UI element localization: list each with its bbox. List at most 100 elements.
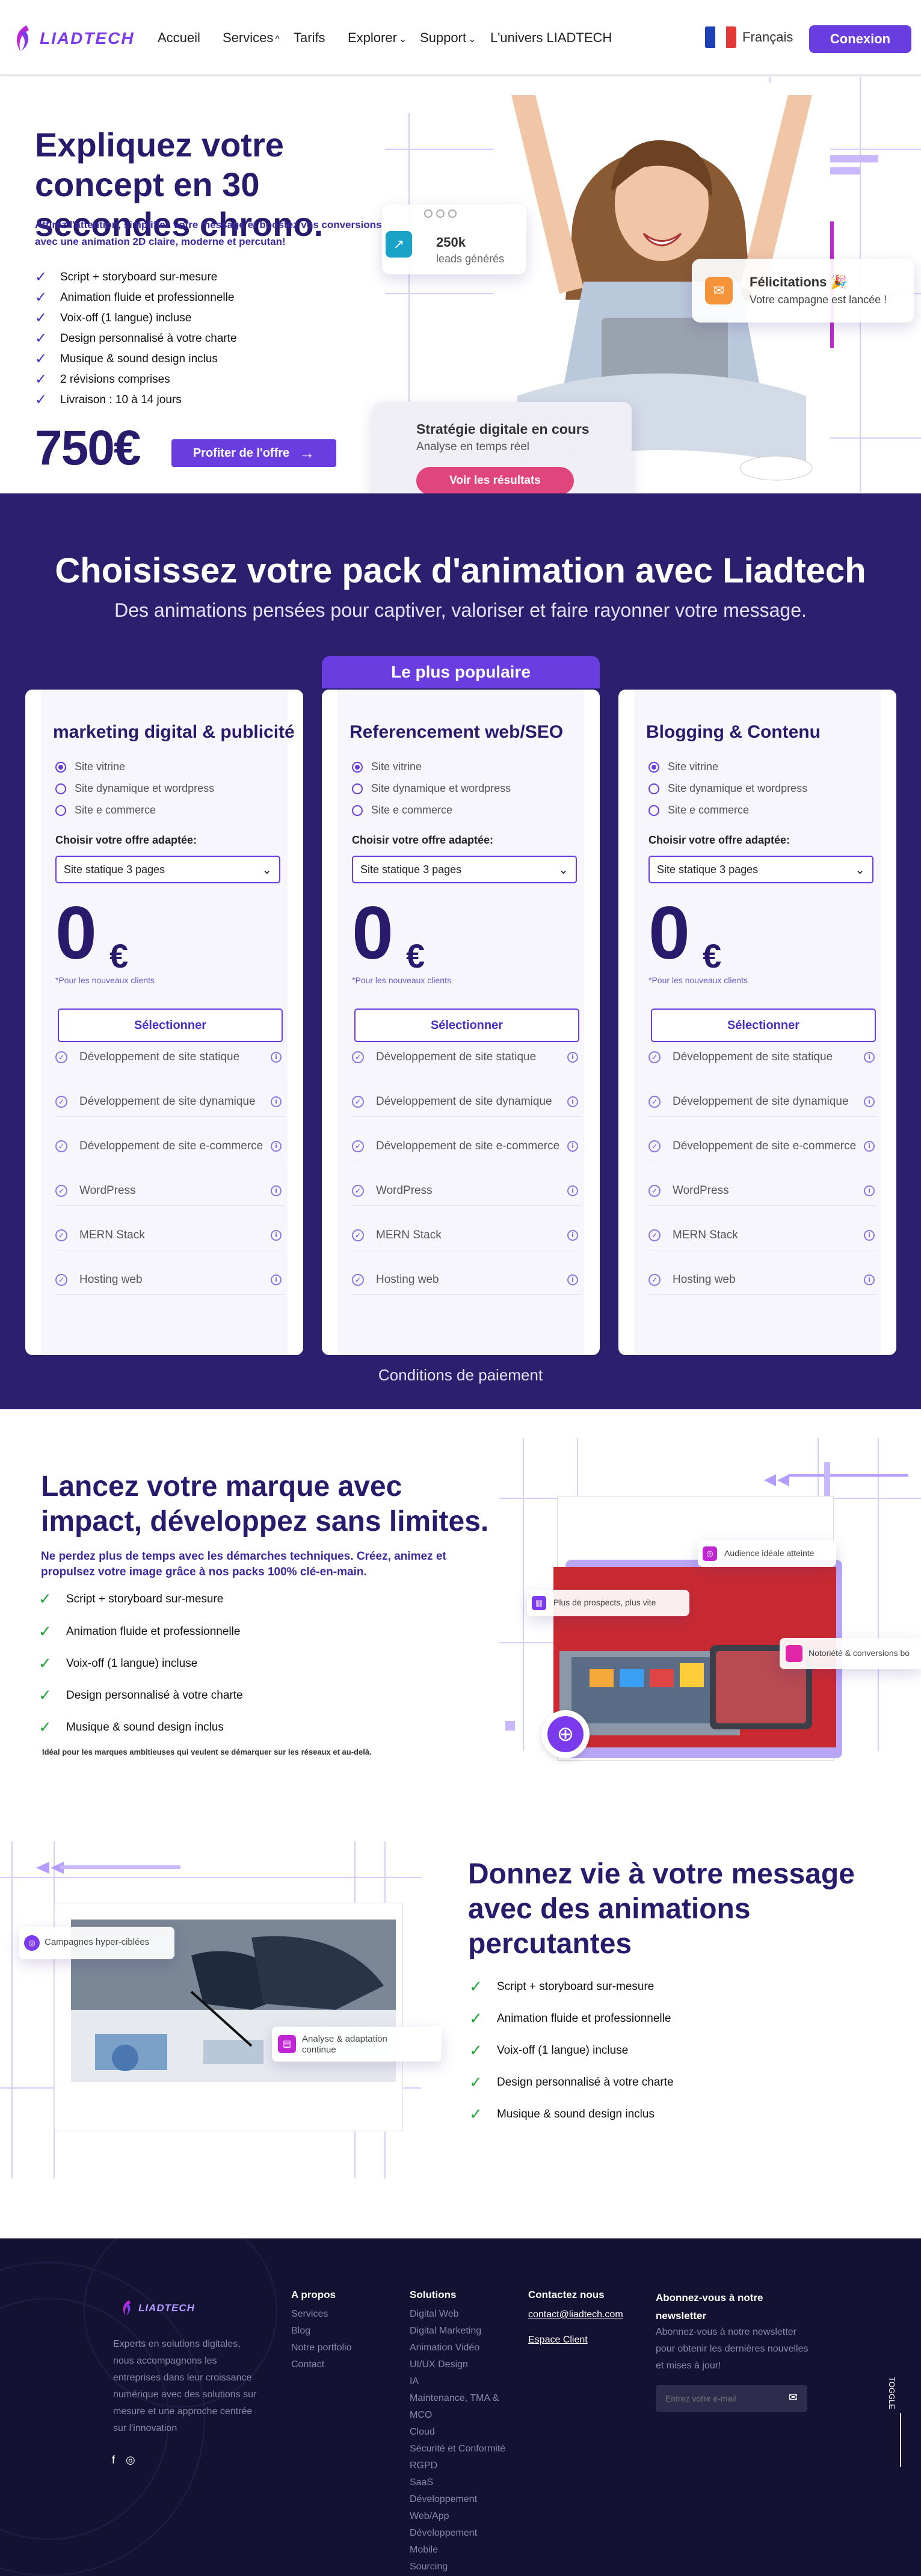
footer-link[interactable]: MCO	[410, 2407, 505, 2424]
plan-option-radio[interactable]: Site dynamique et wordpress	[648, 782, 807, 795]
info-icon[interactable]: i	[567, 1229, 578, 1241]
newsletter-email-field[interactable]: ✉	[656, 2385, 807, 2412]
footer-link[interactable]: RGPD	[410, 2457, 505, 2474]
info-icon[interactable]: i	[567, 1274, 578, 1285]
footer-link[interactable]: Animation Vidéo	[410, 2340, 505, 2356]
plan-option-radio[interactable]: Site e commerce	[648, 804, 749, 817]
instagram-icon[interactable]: ◎	[126, 2454, 135, 2466]
plan-option-radio[interactable]: Site dynamique et wordpress	[352, 782, 511, 795]
plan-feature: ✓ MERN Stack i	[352, 1220, 581, 1250]
footer-link[interactable]: Contact	[291, 2356, 352, 2373]
select-plan-button[interactable]: Sélectionner	[58, 1008, 283, 1042]
footer-link[interactable]: Blog	[291, 2323, 352, 2340]
info-icon[interactable]: i	[864, 1051, 875, 1063]
footer-link[interactable]: IA	[410, 2373, 505, 2390]
offer-select[interactable]: Site statique 3 pages ⌄	[55, 856, 280, 883]
payment-conditions-link[interactable]: Conditions de paiement	[0, 1366, 921, 1385]
hero-feature: ✓ Script + storyboard sur-mesure	[35, 268, 217, 286]
info-icon[interactable]: i	[271, 1096, 282, 1107]
plan-option-label: Site vitrine	[371, 761, 422, 773]
info-icon[interactable]: i	[864, 1096, 875, 1107]
message-feature-label: Design personnalisé à votre charte	[497, 2075, 674, 2089]
info-icon[interactable]: i	[567, 1096, 578, 1107]
offer-select[interactable]: Site statique 3 pages ⌄	[648, 856, 873, 883]
login-button[interactable]: Conexion	[809, 25, 911, 53]
notoriete-tag: Notoriété & conversions bo	[780, 1638, 921, 1669]
hero-feature: ✓ Animation fluide et professionnelle	[35, 289, 234, 306]
nav-accueil[interactable]: Accueil	[158, 30, 200, 46]
nav-explorer[interactable]: Explorer ⌄	[348, 30, 407, 46]
footer-link[interactable]: Développement	[410, 2525, 505, 2542]
hero-feature-label: Design personnalisé à votre charte	[60, 332, 237, 345]
plan-note: *Pour les nouveaux clients	[55, 975, 155, 985]
facebook-icon[interactable]: f	[112, 2454, 115, 2466]
check-icon: ✓	[39, 1654, 52, 1672]
congrats-title: Félicitations 🎉	[750, 274, 847, 289]
footer-link[interactable]: Digital Marketing	[410, 2323, 505, 2340]
footer-link[interactable]: Digital Web	[410, 2306, 505, 2323]
info-icon[interactable]: i	[271, 1051, 282, 1063]
info-icon[interactable]: i	[567, 1140, 578, 1152]
footer-logo[interactable]: LIADTECH	[120, 2299, 195, 2318]
plan-option-radio[interactable]: Site e commerce	[55, 804, 156, 817]
info-icon[interactable]: i	[864, 1229, 875, 1241]
analysis-tag: ▤ Analyse & adaptation continue	[272, 2027, 442, 2062]
strategy-title: Stratégie digitale en cours	[416, 421, 590, 437]
info-icon[interactable]: i	[567, 1185, 578, 1196]
plan-option-radio[interactable]: Site vitrine	[55, 761, 125, 773]
footer-link[interactable]: Mobile	[410, 2542, 505, 2559]
info-icon[interactable]: i	[567, 1051, 578, 1063]
newsletter-email-input[interactable]	[656, 2385, 776, 2412]
footer-link[interactable]: Maintenance, TMA &	[410, 2390, 505, 2407]
info-icon[interactable]: i	[271, 1140, 282, 1152]
logo[interactable]: LIADTECH	[12, 23, 135, 54]
info-icon[interactable]: i	[864, 1274, 875, 1285]
toggle-label[interactable]: TOGGLE	[887, 2377, 896, 2409]
client-area-link[interactable]: Espace Client	[528, 2335, 588, 2346]
footer-link[interactable]: Développement	[410, 2491, 505, 2508]
info-icon[interactable]: i	[864, 1185, 875, 1196]
plan-option-radio[interactable]: Site dynamique et wordpress	[55, 782, 214, 795]
footer-link[interactable]: Sécurité et Conformité	[410, 2441, 505, 2457]
offer-select[interactable]: Site statique 3 pages ⌄	[352, 856, 577, 883]
plan-option-radio[interactable]: Site vitrine	[352, 761, 422, 773]
footer-link[interactable]: SaaS	[410, 2474, 505, 2491]
nav-support[interactable]: Support ⌄	[420, 30, 476, 46]
language-selector[interactable]: Français	[705, 26, 793, 48]
info-icon[interactable]: i	[271, 1185, 282, 1196]
hero-subtitle: Attirez l'attention, simplifiez votre me…	[35, 219, 382, 247]
offer-select-label: Choisir votre offre adaptée:	[55, 834, 197, 846]
footer-email-link[interactable]: contact@liadtech.com	[528, 2309, 623, 2320]
radio-icon	[55, 783, 66, 794]
footer-link[interactable]: Sourcing	[410, 2559, 505, 2575]
launch-feature: ✓ Design personnalisé à votre charte	[39, 1686, 243, 1705]
nav-tarifs[interactable]: Tarifs	[294, 30, 325, 46]
footer-link[interactable]: Services	[291, 2306, 352, 2323]
notoriete-tag-label: Notoriété & conversions bo	[809, 1648, 910, 1658]
info-icon[interactable]: i	[271, 1229, 282, 1241]
plan-feature-label: MERN Stack	[376, 1228, 442, 1241]
send-mail-icon[interactable]: ✉	[789, 2391, 798, 2404]
france-flag-icon	[705, 26, 736, 48]
info-icon[interactable]: i	[864, 1140, 875, 1152]
footer-link[interactable]: Web/App	[410, 2508, 505, 2525]
launch-feature-label: Musique & sound design inclus	[66, 1720, 224, 1734]
nav-univers[interactable]: L'univers LIADTECH	[490, 30, 612, 46]
footer-link[interactable]: Notre portfolio	[291, 2340, 352, 2356]
plan-option-radio[interactable]: Site vitrine	[648, 761, 718, 773]
offer-button[interactable]: Profiter de l'offre →	[171, 439, 336, 467]
info-icon[interactable]: i	[271, 1274, 282, 1285]
message-section: ◎ Campagnes hyper-ciblées ▤ Analyse & ad…	[0, 1818, 921, 2238]
select-plan-button[interactable]: Sélectionner	[651, 1008, 876, 1042]
plan-option-radio[interactable]: Site e commerce	[352, 804, 452, 817]
footer-col2-list: Digital Web Digital Marketing Animation …	[410, 2306, 505, 2575]
plan-feature: ✓ Développement de site e-commerce i	[55, 1131, 284, 1161]
footer-link[interactable]: UI/UX Design	[410, 2356, 505, 2373]
footer-link[interactable]: Cloud	[410, 2424, 505, 2441]
select-plan-button[interactable]: Sélectionner	[354, 1008, 579, 1042]
globe-icon: ⊕	[547, 1716, 584, 1752]
results-button[interactable]: Voir les résultats	[416, 467, 574, 493]
plan-feature: ✓ Hosting web i	[352, 1265, 581, 1295]
prospects-tag: ▥ Plus de prospects, plus vite	[527, 1590, 689, 1616]
nav-services[interactable]: Services ^	[223, 30, 280, 46]
